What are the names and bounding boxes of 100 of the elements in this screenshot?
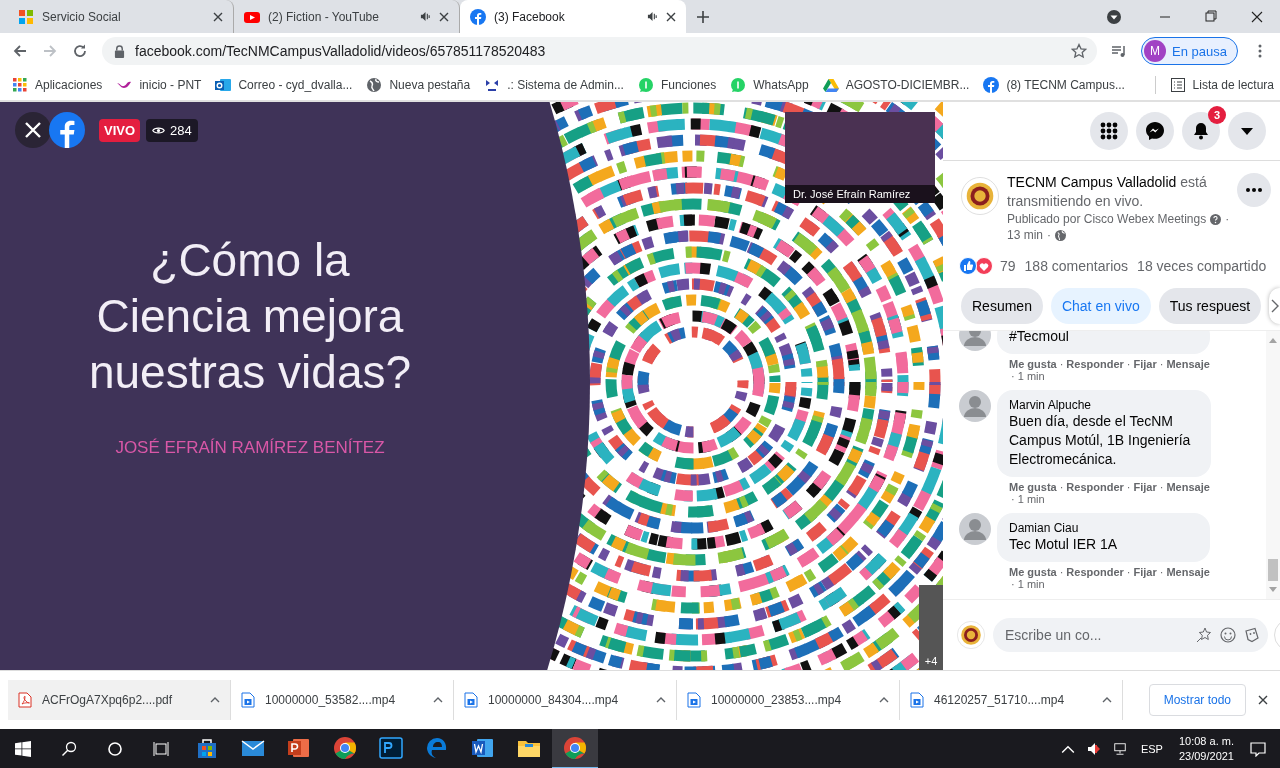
post-tab[interactable]: Tus respuest xyxy=(1158,288,1262,324)
pdf-file-icon xyxy=(18,692,32,708)
download-item[interactable]: ACFrOgA7Xpq6p2....pdf xyxy=(8,680,231,720)
sparkle-icon[interactable] xyxy=(1196,627,1212,643)
network-icon[interactable] xyxy=(1112,742,1127,756)
comment-time[interactable]: · 1 min xyxy=(1011,493,1211,505)
dropdown-circle-icon[interactable] xyxy=(1106,8,1122,25)
comment-count[interactable]: 188 comentarios xyxy=(1024,258,1129,274)
post-tab[interactable]: Resumen xyxy=(961,288,1043,324)
clock-time[interactable]: 10:08 a. m. xyxy=(1178,734,1234,749)
comment-action-link[interactable]: Fijar xyxy=(1133,481,1157,493)
download-item[interactable]: 10000000_23853....mp4 xyxy=(677,680,900,720)
globe-icon xyxy=(1055,229,1067,241)
browser-tab[interactable]: Servicio Social xyxy=(8,0,234,33)
bookmark[interactable]: inicio - PNT xyxy=(116,76,202,93)
comment-action-link[interactable]: Responder xyxy=(1066,358,1124,370)
star-icon[interactable] xyxy=(1071,43,1088,59)
ring-icon xyxy=(107,741,123,757)
taskbar-app[interactable] xyxy=(552,729,598,768)
comment-action-link[interactable]: Fijar xyxy=(1133,566,1157,578)
close-icon[interactable] xyxy=(666,11,676,22)
comment-time[interactable]: · 1 min xyxy=(1011,578,1210,590)
post-time[interactable]: 13 min xyxy=(1007,227,1044,243)
video-file-icon xyxy=(464,692,478,708)
comment-action-link[interactable]: Responder xyxy=(1066,481,1124,493)
bookmark[interactable]: AGOSTO-DICIEMBR... xyxy=(822,76,970,93)
media-queue-icon[interactable] xyxy=(1111,43,1128,59)
close-icon[interactable] xyxy=(439,11,449,22)
seal-logo-icon xyxy=(957,621,985,649)
reload-icon[interactable] xyxy=(72,43,88,59)
close-icon[interactable] xyxy=(1258,695,1268,705)
more-options-button[interactable] xyxy=(1237,173,1272,207)
emoji-icon[interactable] xyxy=(1220,627,1236,643)
close-icon[interactable] xyxy=(15,112,51,148)
task-view-icon xyxy=(153,741,169,757)
browser-tab[interactable]: (2) Fiction - YouTube xyxy=(234,0,460,33)
show-all-button[interactable]: Mostrar todo xyxy=(1148,684,1246,716)
caret-up-icon[interactable] xyxy=(1102,697,1112,703)
bookmark[interactable]: Aplicaciones xyxy=(12,76,103,93)
comment-action-link[interactable]: Me gusta xyxy=(1009,566,1057,578)
dots-grid-icon xyxy=(1099,121,1119,141)
download-item[interactable]: 10000000_84304....mp4 xyxy=(454,680,677,720)
comment-input[interactable]: Escribe un co... xyxy=(1003,626,1188,644)
next-tab-button[interactable] xyxy=(1269,288,1280,324)
comment-author[interactable]: Damian Ciau xyxy=(1009,521,1198,535)
globe-icon xyxy=(366,76,383,93)
notification-icon[interactable] xyxy=(1250,741,1266,757)
messenger-button[interactable] xyxy=(1136,112,1174,150)
list-icon xyxy=(1169,76,1186,93)
triangle-logo-icon xyxy=(822,76,839,93)
reaction-count[interactable]: 79 xyxy=(1000,258,1016,274)
comment-action-link[interactable]: Me gusta xyxy=(1009,358,1057,370)
facebook-icon xyxy=(983,76,1000,93)
new-tab-icon[interactable] xyxy=(696,9,710,24)
bookmark[interactable]: Nueva pestaña xyxy=(366,76,471,93)
comment-time[interactable]: · 1 min xyxy=(1011,370,1210,382)
browser-e-icon xyxy=(425,736,449,760)
sticker-icon[interactable] xyxy=(1244,627,1260,643)
account-button[interactable] xyxy=(1228,112,1266,150)
slide-title: ¿Cómo la Ciencia mejora nuestras vidas? xyxy=(87,233,413,400)
menu-grid-button[interactable] xyxy=(1090,112,1128,150)
bookmark[interactable]: (8) TECNM Campus... xyxy=(983,76,1125,93)
caret-up-icon[interactable] xyxy=(656,697,666,703)
comment-action-link[interactable]: Mensaje xyxy=(1166,358,1210,370)
notifications-button[interactable] xyxy=(1182,112,1220,150)
scroll-thumb[interactable] xyxy=(1268,559,1278,581)
close-icon[interactable] xyxy=(213,11,223,22)
download-item[interactable]: 46120257_51710....mp4 xyxy=(900,680,1123,720)
caret-up-icon[interactable] xyxy=(879,697,889,703)
comment-action-link[interactable]: Fijar xyxy=(1133,358,1157,370)
speaker-muted-icon[interactable] xyxy=(1086,742,1101,756)
share-count[interactable]: 18 veces compartido xyxy=(1137,258,1267,274)
clock-date[interactable]: 23/09/2021 xyxy=(1178,749,1234,764)
scrollbar[interactable] xyxy=(1266,331,1280,599)
bookmark[interactable]: Funciones xyxy=(637,76,717,93)
more-participants: +4 xyxy=(919,585,943,670)
help-icon[interactable] xyxy=(1210,213,1222,225)
comment-author[interactable]: Marvin Alpuche xyxy=(1009,398,1199,412)
comment-action-link[interactable]: Mensaje xyxy=(1166,481,1210,493)
reading-list-button[interactable]: Lista de lectura xyxy=(1169,76,1274,93)
comment-field[interactable]: Escribe un co... xyxy=(993,618,1268,652)
comment-action-link[interactable]: Mensaje xyxy=(1166,566,1210,578)
profile-button[interactable]: M En pausa xyxy=(1141,37,1238,65)
slides-app-icon xyxy=(287,736,311,760)
comment-action-link[interactable]: Responder xyxy=(1066,566,1124,578)
bookmark[interactable]: .: Sistema de Admin... xyxy=(484,76,624,93)
bookmark[interactable]: WhatsApp xyxy=(730,76,809,93)
lock-icon xyxy=(114,44,125,58)
mail-app-icon xyxy=(215,76,232,93)
ellipsis-icon xyxy=(1244,186,1265,194)
caret-up-icon[interactable] xyxy=(210,697,220,703)
caret-up-icon[interactable] xyxy=(433,697,443,703)
language-indicator[interactable]: ESP xyxy=(1140,743,1163,755)
post-tab[interactable]: Chat en vivo xyxy=(1050,288,1151,324)
download-item[interactable]: 10000000_53582....mp4 xyxy=(231,680,454,720)
comment-action-link[interactable]: Me gusta xyxy=(1009,481,1057,493)
back-arrow-icon[interactable] xyxy=(12,43,28,59)
bookmark[interactable]: Correo - cyd_dvalla... xyxy=(215,76,353,93)
browser-tab[interactable]: (3) Facebook xyxy=(460,0,686,33)
address-bar[interactable]: facebook.com/TecNMCampusValladolid/videos/657851178520483 xyxy=(102,37,1098,65)
